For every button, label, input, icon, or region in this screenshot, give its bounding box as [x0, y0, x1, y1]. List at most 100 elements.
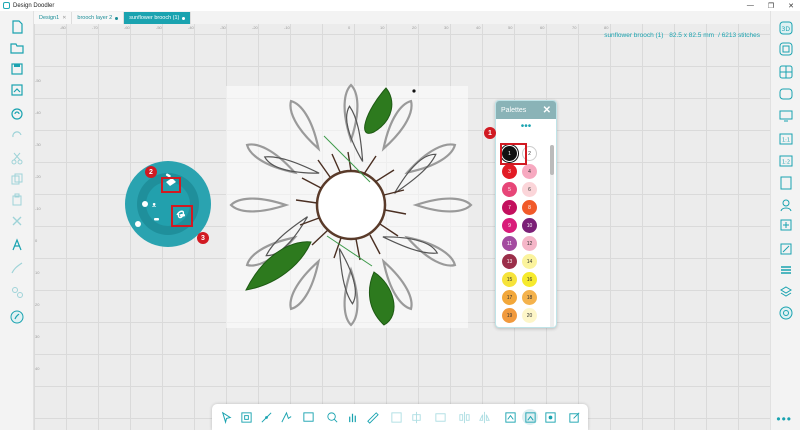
color-swatch-7[interactable]: 7 — [502, 200, 517, 215]
grid-icon[interactable] — [777, 63, 795, 81]
ruler-tick: -50 — [35, 78, 41, 83]
draw-tool-icon[interactable] — [278, 409, 294, 425]
align-tool-icon[interactable] — [388, 409, 404, 425]
color-swatch-5[interactable]: 5 — [502, 182, 517, 197]
text-icon[interactable] — [9, 237, 25, 253]
redo-icon[interactable] — [9, 127, 25, 143]
ruler-tick: -10 — [284, 25, 290, 30]
svg-text:1:2: 1:2 — [782, 160, 790, 166]
hoop-size-icon[interactable] — [777, 174, 795, 192]
color-swatch-12[interactable]: 12 — [522, 236, 537, 251]
color-swatch-6[interactable]: 6 — [522, 182, 537, 197]
color-swatch-4[interactable]: 4 — [522, 164, 537, 179]
delete-icon[interactable] — [9, 213, 25, 229]
edit-image-icon[interactable] — [777, 240, 795, 258]
color-swatch-17[interactable]: 17 — [502, 290, 517, 305]
person-icon[interactable] — [777, 196, 795, 214]
stitch-preview-icon[interactable] — [502, 409, 518, 425]
shape-tool-icon[interactable] — [300, 409, 316, 425]
fit-page-icon[interactable]: 1:2 — [777, 152, 795, 170]
realistic-view-icon[interactable] — [542, 409, 558, 425]
node-edit-tool-icon[interactable] — [258, 409, 274, 425]
box-select-tool-icon[interactable] — [238, 409, 254, 425]
hoop-icon[interactable] — [777, 85, 795, 103]
ruler-tick: 30 — [35, 334, 40, 339]
cut-icon[interactable] — [9, 150, 25, 166]
color-swatch-16[interactable]: 16 — [522, 272, 537, 287]
save-icon[interactable] — [9, 61, 25, 77]
svg-text:3D: 3D — [782, 26, 791, 33]
copy-icon[interactable] — [9, 171, 25, 187]
group-tool-icon[interactable] — [432, 409, 448, 425]
ruler-tick: 60 — [540, 25, 545, 30]
color-swatch-14[interactable]: 14 — [522, 254, 537, 269]
measure-tool-icon[interactable] — [364, 409, 380, 425]
sunflower-design[interactable] — [226, 80, 476, 330]
open-folder-icon[interactable] — [9, 40, 25, 56]
color-swatch-13[interactable]: 13 — [502, 254, 517, 269]
add-design-icon[interactable] — [777, 216, 795, 234]
ruler-tick: 50 — [508, 25, 513, 30]
minimize-icon[interactable]: — — [747, 2, 754, 9]
palettes-scrollbar[interactable] — [550, 145, 554, 327]
draw-icon[interactable] — [9, 260, 25, 276]
color-swatch-18[interactable]: 18 — [522, 290, 537, 305]
view-3d-icon[interactable]: 3D — [777, 19, 795, 37]
color-swatch-8[interactable]: 8 — [522, 200, 537, 215]
palettes-header: Palettes ✕ — [496, 101, 556, 119]
paste-icon[interactable] — [9, 192, 25, 208]
tab-close-icon[interactable]: ✕ — [62, 15, 66, 21]
auto-digitize-icon[interactable] — [9, 106, 25, 122]
color-swatch-19[interactable]: 19 — [502, 308, 517, 323]
distribute-tool-icon[interactable] — [408, 409, 424, 425]
more-options-icon[interactable]: ••• — [776, 412, 792, 426]
mirror-tool-icon[interactable] — [476, 409, 492, 425]
ruler-tick: -10 — [35, 206, 41, 211]
ruler-tick: -40 — [188, 25, 194, 30]
sequence-icon[interactable] — [777, 283, 795, 301]
view-2d-icon[interactable] — [777, 40, 795, 58]
callout-box-eraser — [161, 177, 181, 193]
layers-icon[interactable] — [777, 261, 795, 279]
hoop-view-icon[interactable] — [522, 409, 538, 425]
palettes-panel: Palettes ✕ ••• 1 2 3 4 5 6 7 8 9 10 11 12 13 14 15 16 17… — [495, 100, 557, 328]
new-file-icon[interactable] — [9, 19, 25, 35]
ruler-tick: -20 — [35, 174, 41, 179]
color-swatch-11[interactable]: 11 — [502, 236, 517, 251]
tab-label: brooch layer 2 — [77, 15, 113, 21]
scrollbar-thumb[interactable] — [550, 145, 554, 175]
doodle-icon[interactable] — [9, 309, 25, 325]
fit-1-1-icon[interactable]: 1:1 — [777, 130, 795, 148]
app-logo-icon — [3, 2, 10, 9]
ruler-tick: -80 — [60, 25, 66, 30]
edit-tool-icon[interactable] — [566, 409, 582, 425]
stitch-settings-icon[interactable] — [9, 284, 25, 300]
screen-icon[interactable] — [777, 107, 795, 125]
callout-box-color-1 — [500, 143, 527, 165]
close-icon[interactable]: ✕ — [788, 2, 794, 10]
flip-tool-icon[interactable] — [456, 409, 472, 425]
import-icon[interactable] — [9, 82, 25, 98]
pan-tool-icon[interactable] — [344, 409, 360, 425]
tab-design1[interactable]: Design1 ✕ — [34, 12, 73, 24]
stitch-view-icon[interactable] — [777, 304, 795, 322]
maximize-icon[interactable]: ❐ — [768, 2, 774, 10]
tab-sunflower-brooch[interactable]: sunflower brooch (1) — [124, 12, 192, 24]
select-tool-icon[interactable] — [218, 409, 234, 425]
ruler-tick: -30 — [220, 25, 226, 30]
zoom-tool-icon[interactable] — [324, 409, 340, 425]
ruler-tick: 10 — [380, 25, 385, 30]
palettes-close-icon[interactable]: ✕ — [543, 105, 551, 116]
color-swatch-10[interactable]: 10 — [522, 218, 537, 233]
ruler-tick: 0 — [35, 238, 38, 243]
ruler-tick: 10 — [35, 270, 40, 275]
ruler-tick: 40 — [35, 366, 40, 371]
tab-brooch-layer-2[interactable]: brooch layer 2 — [72, 12, 125, 24]
palettes-more-icon[interactable]: ••• — [496, 122, 556, 132]
color-swatch-3[interactable]: 3 — [502, 164, 517, 179]
color-swatch-9[interactable]: 9 — [502, 218, 517, 233]
ruler-tick: -70 — [92, 25, 98, 30]
svg-text:1:1: 1:1 — [782, 138, 790, 144]
color-swatch-20[interactable]: 20 — [522, 308, 537, 323]
color-swatch-15[interactable]: 15 — [502, 272, 517, 287]
